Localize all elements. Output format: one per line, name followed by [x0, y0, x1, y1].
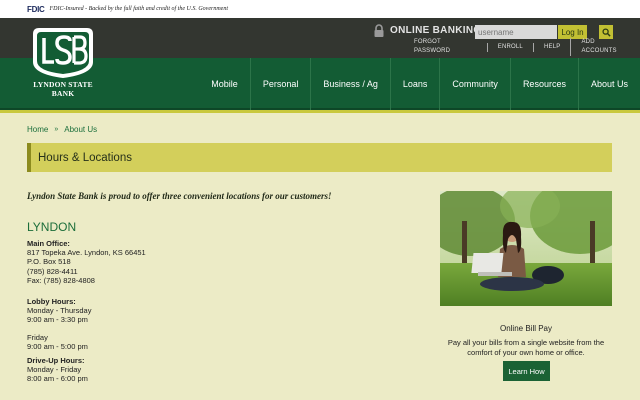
friday-times: 9:00 am - 5:00 pm	[27, 342, 88, 352]
lobby-hours-label: Lobby Hours:	[27, 297, 76, 306]
username-input[interactable]	[475, 25, 557, 39]
search-icon	[601, 27, 611, 37]
friday-hours-block: Friday 9:00 am - 5:00 pm	[27, 333, 88, 351]
nav-item-business-ag[interactable]: Business / Ag	[310, 58, 390, 110]
nav-accent-line	[0, 110, 640, 113]
login-button[interactable]: Log In	[558, 25, 587, 39]
location-heading: LYNDON	[27, 220, 77, 234]
breadcrumb-home[interactable]: Home	[27, 125, 48, 134]
lobby-days: Monday - Thursday	[27, 306, 92, 316]
lobby-times: 9:00 am - 3:30 pm	[27, 315, 88, 325]
utility-links: FORGOT PASSWORD ENROLL HELP ADD ACCOUNTS	[404, 38, 640, 56]
drive-up-times: 8:00 am - 6:00 pm	[27, 374, 88, 384]
main-office-block: Main Office: 817 Topeka Ave. Lyndon, KS …	[27, 239, 146, 285]
address-line: 817 Topeka Ave. Lyndon, KS 66451	[27, 248, 146, 258]
bill-pay-title: Online Bill Pay	[499, 324, 553, 333]
phone-line[interactable]: (785) 828-4411	[27, 267, 146, 276]
nav-item-loans[interactable]: Loans	[389, 58, 440, 110]
nav-item-mobile[interactable]: Mobile	[199, 58, 250, 110]
bill-pay-photo	[440, 191, 612, 306]
friday-day: Friday	[27, 333, 48, 342]
lock-icon	[372, 24, 386, 38]
bank-name: LYNDON STATE BANK	[33, 80, 93, 98]
lobby-hours-block: Lobby Hours: Monday - Thursday 9:00 am -…	[27, 297, 91, 325]
page-title: Hours & Locations	[38, 151, 132, 164]
fax-line: Fax: (785) 828-4808	[27, 275, 95, 285]
drive-up-hours-block: Drive-Up Hours: Monday - Friday 8:00 am …	[27, 356, 88, 384]
title-bar: Hours & Locations	[27, 143, 612, 172]
drive-up-label: Drive-Up Hours:	[27, 356, 85, 365]
nav-item-personal[interactable]: Personal	[249, 58, 311, 110]
main-office-label: Main Office:	[27, 239, 70, 248]
enroll-link[interactable]: ENROLL	[486, 42, 533, 52]
intro-text: Lyndon State Bank is proud to offer thre…	[27, 191, 332, 201]
nav-item-community[interactable]: Community	[439, 58, 510, 110]
search-button[interactable]	[599, 25, 613, 39]
fdic-logo: FDIC	[27, 4, 45, 14]
bill-pay-description: Pay all your bills from a single website…	[447, 338, 605, 357]
forgot-password-link[interactable]: FORGOT PASSWORD	[404, 38, 487, 56]
po-box-line: P.O. Box 518	[27, 257, 71, 267]
fdic-text: FDIC-Insured - Backed by the full faith …	[49, 6, 228, 12]
fdic-bar: FDIC FDIC-Insured - Backed by the full f…	[0, 0, 640, 18]
add-accounts-link[interactable]: ADD ACCOUNTS	[570, 38, 640, 56]
drive-up-days: Monday - Friday	[27, 365, 82, 375]
nav-item-about-us[interactable]: About Us	[577, 58, 640, 110]
learn-how-button[interactable]: Learn How	[503, 361, 550, 381]
online-banking-label: ONLINE BANKING	[390, 25, 482, 36]
lsb-monogram-icon	[33, 28, 93, 78]
breadcrumb-about-us[interactable]: About Us	[64, 125, 97, 134]
nav-item-resources[interactable]: Resources	[509, 58, 578, 110]
breadcrumb-separator: »	[54, 126, 59, 133]
breadcrumb: Home » About Us	[27, 125, 97, 134]
help-link[interactable]: HELP	[532, 42, 570, 52]
